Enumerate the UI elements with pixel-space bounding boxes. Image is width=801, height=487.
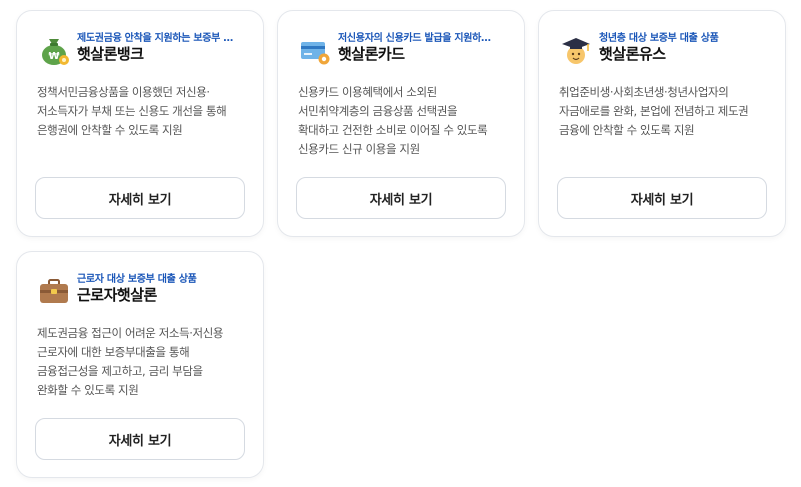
product-card-sunshine-card: 저신용자의 신용카드 발급을 지원하… 햇살론카드 신용카드 이용혜택에서 소외… <box>277 10 525 237</box>
view-details-button[interactable]: 자세히 보기 <box>296 177 506 219</box>
card-description: 신용카드 이용혜택에서 소외된 서민취약계층의 금융상품 선택권을 확대하고 건… <box>298 85 488 156</box>
product-card-sunshine-bank: ₩ 제도권금융 안착을 지원하는 보증부 … 햇살론뱅크 정책서민금융상품을 이… <box>16 10 264 237</box>
card-header: 청년층 대상 보증부 대출 상품 햇살론유스 <box>559 29 771 69</box>
card-title: 햇살론뱅크 <box>77 45 144 63</box>
briefcase-icon <box>40 279 68 303</box>
credit-card-icon <box>301 42 330 65</box>
card-subtitle: 근로자 대상 보증부 대출 상품 <box>77 274 197 285</box>
card-subtitle: 저신용자의 신용카드 발급을 지원하… <box>338 33 491 44</box>
money-bag-icon: ₩ <box>42 39 69 65</box>
graduate-icon <box>562 38 590 64</box>
card-subtitle: 청년층 대상 보증부 대출 상품 <box>599 33 719 44</box>
card-description: 제도권금융 접근이 어려운 저소득·저신용 근로자에 대한 보증부대출을 통해 … <box>37 326 224 397</box>
card-title: 햇살론유스 <box>599 45 666 63</box>
view-details-button[interactable]: 자세히 보기 <box>557 177 767 219</box>
view-details-button[interactable]: 자세히 보기 <box>35 418 245 460</box>
card-description: 정책서민금융상품을 이용했던 저신용· 저소득자가 부채 또는 신용도 개선을 … <box>37 85 227 137</box>
view-details-button[interactable]: 자세히 보기 <box>35 177 245 219</box>
product-card-sunshine-youth: 청년층 대상 보증부 대출 상품 햇살론유스 취업준비생·사회초년생·청년사업자… <box>538 10 786 237</box>
card-description: 취업준비생·사회초년생·청년사업자의 자금애로를 완화, 본업에 전념하고 제도… <box>559 85 749 137</box>
card-title: 근로자햇살론 <box>77 286 157 304</box>
card-title: 햇살론카드 <box>338 45 405 63</box>
card-header: 근로자 대상 보증부 대출 상품 근로자햇살론 <box>37 270 249 310</box>
product-card-worker-sunshine: 근로자 대상 보증부 대출 상품 근로자햇살론 제도권금융 접근이 어려운 저소… <box>16 251 264 478</box>
svg-text:₩: ₩ <box>48 51 59 62</box>
card-subtitle: 제도권금융 안착을 지원하는 보증부 … <box>77 33 233 44</box>
card-header: ₩ 제도권금융 안착을 지원하는 보증부 … 햇살론뱅크 <box>37 29 249 69</box>
card-header: 저신용자의 신용카드 발급을 지원하… 햇살론카드 <box>298 29 510 69</box>
